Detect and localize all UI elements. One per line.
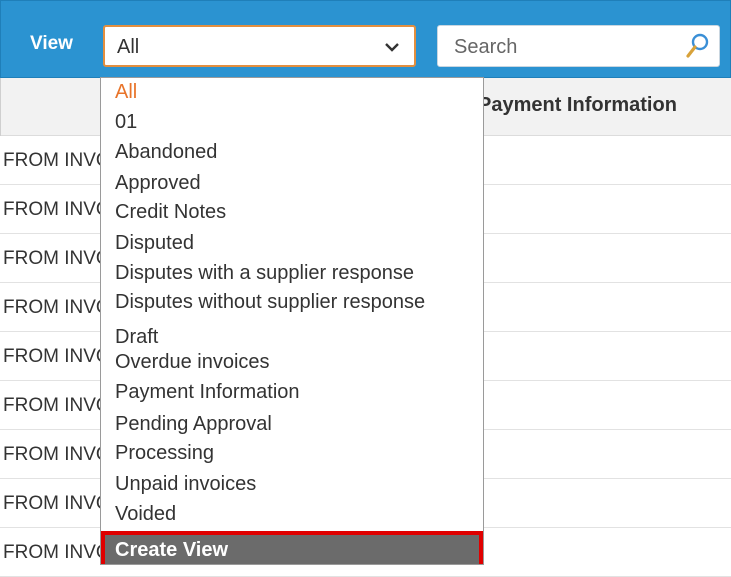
chevron-down-icon xyxy=(385,43,399,52)
dropdown-option-pending-approval[interactable]: Pending Approval xyxy=(115,412,272,436)
view-select[interactable]: All xyxy=(103,25,416,67)
dropdown-option-unpaid-invoices[interactable]: Unpaid invoices xyxy=(115,472,256,496)
dropdown-option-draft[interactable]: Draft xyxy=(115,325,158,349)
create-view-button[interactable]: Create View xyxy=(101,531,483,564)
dropdown-option-overdue-invoices[interactable]: Overdue invoices xyxy=(115,350,270,374)
view-label: View xyxy=(30,33,73,54)
dropdown-option-processing[interactable]: Processing xyxy=(115,441,214,465)
dropdown-option-payment-information[interactable]: Payment Information xyxy=(115,380,300,404)
search-box[interactable] xyxy=(437,25,720,67)
dropdown-option-disputes-without-supplier-response[interactable]: Disputes without supplier response xyxy=(115,290,425,314)
dropdown-option-abandoned[interactable]: Abandoned xyxy=(115,140,217,164)
dropdown-option-01[interactable]: 01 xyxy=(115,110,137,134)
view-select-value: All xyxy=(117,36,140,58)
dropdown-option-disputed[interactable]: Disputed xyxy=(115,231,194,255)
toolbar: View All xyxy=(0,0,731,78)
dropdown-option-disputes-with-supplier-response[interactable]: Disputes with a supplier response xyxy=(115,261,414,285)
search-icon[interactable] xyxy=(685,32,711,60)
search-input[interactable] xyxy=(452,34,676,60)
column-header-payment-information[interactable]: Payment Information xyxy=(478,94,677,117)
dropdown-option-credit-notes[interactable]: Credit Notes xyxy=(115,200,226,224)
dropdown-option-all[interactable]: All xyxy=(115,80,137,104)
view-dropdown-list: All 01 Abandoned Approved Credit Notes D… xyxy=(100,77,484,565)
create-view-label: Create View xyxy=(115,539,229,561)
dropdown-option-voided[interactable]: Voided xyxy=(115,502,176,526)
dropdown-option-approved[interactable]: Approved xyxy=(115,171,201,195)
